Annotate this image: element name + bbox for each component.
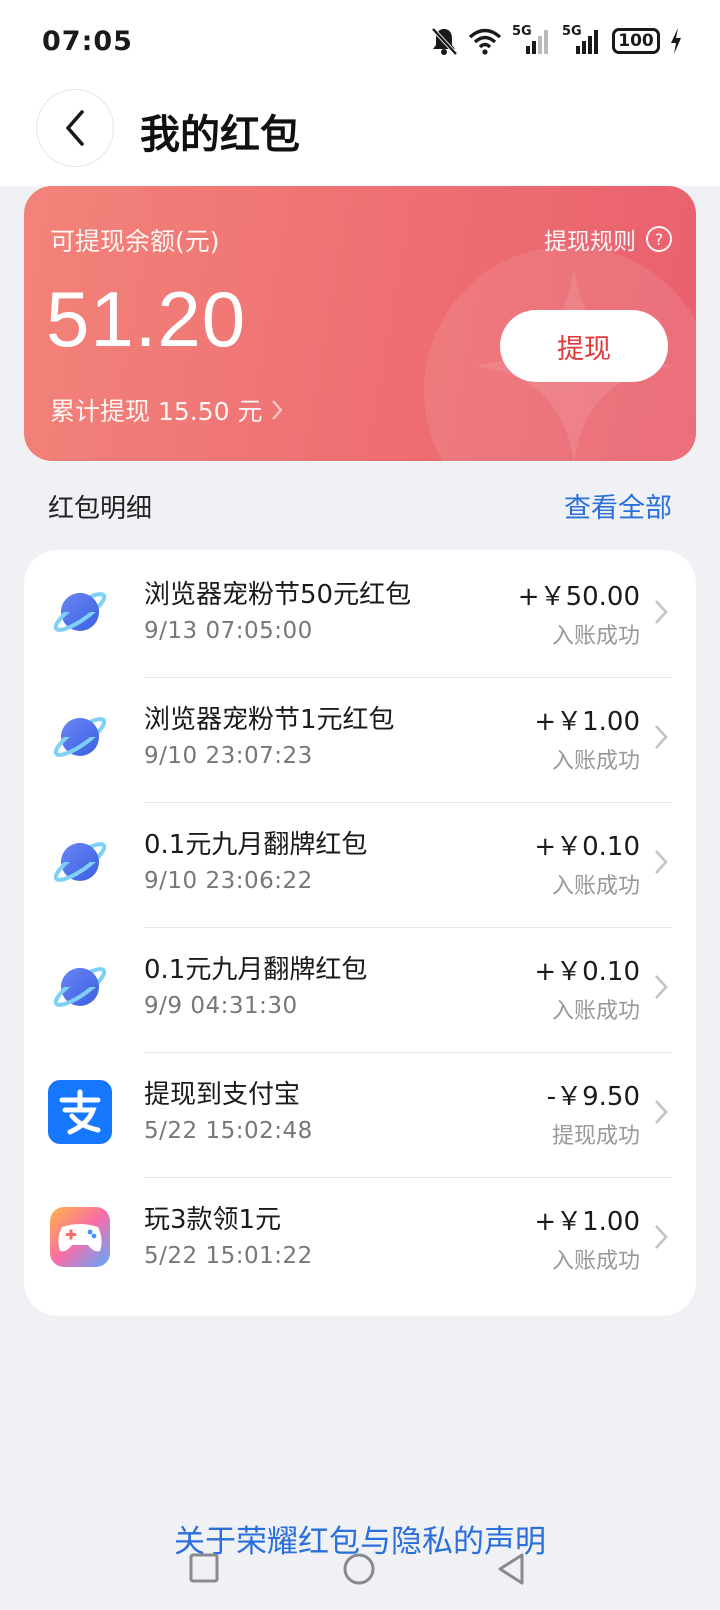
browser-planet-icon (53, 967, 107, 1007)
balance-amount: 51.20 (46, 275, 247, 363)
help-question-icon: ? (646, 226, 672, 252)
item-name: 浏览器宠粉节1元红包 (144, 705, 395, 735)
home-circle-icon[interactable] (342, 1552, 376, 1586)
details-section-header: 红包明细 查看全部 (48, 488, 672, 528)
item-status: 提现成功 (551, 1124, 640, 1149)
chevron-right-icon (655, 975, 668, 999)
item-status: 入账成功 (551, 999, 640, 1024)
withdraw-button[interactable]: 提现 (500, 310, 668, 382)
status-time: 07:05 (42, 26, 133, 57)
list-item[interactable]: 浏览器宠粉节1元红包 9/10 23:07:23 +￥1.00 入账成功 (24, 675, 696, 803)
list-item[interactable]: 0.1元九月翻牌红包 9/10 23:06:22 +￥0.10 入账成功 (24, 800, 696, 928)
chevron-right-icon (655, 600, 668, 624)
list-item[interactable]: 提现到支付宝 5/22 15:02:48 -￥9.50 提现成功 (24, 1050, 696, 1178)
item-amount: +￥0.10 (534, 832, 640, 862)
chevron-left-icon (66, 110, 84, 146)
item-status: 入账成功 (551, 624, 640, 649)
item-time: 9/10 23:06:22 (144, 868, 313, 894)
chevron-right-icon (655, 725, 668, 749)
game-controller-icon (50, 1207, 110, 1267)
item-amount: +￥0.10 (534, 957, 640, 987)
browser-planet-icon (53, 717, 107, 757)
chevron-right-icon (655, 850, 668, 874)
item-name: 玩3款领1元 (144, 1205, 282, 1235)
mute-bell-icon (430, 26, 458, 56)
balance-card: 可提现余额(元) 51.20 累计提现 15.50 元 提现规则 ? 提现 (24, 186, 696, 461)
item-amount: +￥1.00 (534, 1207, 640, 1237)
wifi-icon (468, 27, 502, 55)
list-item[interactable]: 玩3款领1元 5/22 15:01:22 +￥1.00 入账成功 (24, 1175, 696, 1303)
list-item[interactable]: 0.1元九月翻牌红包 9/9 04:31:30 +￥0.10 入账成功 (24, 925, 696, 1053)
item-name: 浏览器宠粉节50元红包 (144, 580, 412, 610)
battery-icon: 100 (612, 28, 660, 54)
balance-label: 可提现余额(元) (50, 227, 220, 256)
chevron-right-icon (272, 400, 284, 420)
cumulative-withdrawal-text: 累计提现 15.50 元 (50, 397, 263, 426)
item-status: 入账成功 (551, 874, 640, 899)
item-name: 提现到支付宝 (144, 1080, 301, 1110)
status-bar: 07:05 5G 5G 100 (0, 0, 720, 82)
system-nav-bar (0, 1548, 720, 1610)
status-icons: 5G 5G 100 (430, 24, 682, 58)
list-item[interactable]: 浏览器宠粉节50元红包 9/13 07:05:00 +￥50.00 入账成功 (24, 550, 696, 678)
browser-planet-icon (53, 842, 107, 882)
signal-5g-icon-1: 5G (512, 24, 552, 56)
page-title: 我的红包 (140, 112, 300, 158)
item-time: 9/10 23:07:23 (144, 743, 313, 769)
withdrawal-rules-link[interactable]: 提现规则 ? (544, 222, 672, 256)
item-name: 0.1元九月翻牌红包 (144, 955, 368, 985)
red-packet-list: 浏览器宠粉节50元红包 9/13 07:05:00 +￥50.00 入账成功 浏… (24, 550, 696, 1316)
item-status: 入账成功 (551, 749, 640, 774)
recents-square-icon[interactable] (188, 1552, 220, 1584)
chevron-right-icon (655, 1225, 668, 1249)
item-time: 9/9 04:31:30 (144, 993, 298, 1019)
details-title: 红包明细 (48, 494, 153, 524)
cumulative-withdrawal-link[interactable]: 累计提现 15.50 元 (50, 392, 284, 428)
signal-5g-icon-2: 5G (562, 24, 602, 56)
back-button[interactable] (36, 89, 114, 167)
view-all-link[interactable]: 查看全部 (564, 486, 672, 525)
chevron-right-icon (655, 1100, 668, 1124)
browser-planet-icon (53, 592, 107, 632)
alipay-icon (48, 1080, 112, 1144)
item-time: 5/22 15:02:48 (144, 1118, 313, 1144)
item-time: 5/22 15:01:22 (144, 1243, 313, 1269)
withdrawal-rules-label: 提现规则 (544, 229, 636, 255)
item-name: 0.1元九月翻牌红包 (144, 830, 368, 860)
item-status: 入账成功 (551, 1249, 640, 1274)
item-time: 9/13 07:05:00 (144, 618, 313, 644)
charging-bolt-icon (670, 28, 682, 54)
back-triangle-icon[interactable] (496, 1552, 526, 1586)
item-amount: +￥50.00 (517, 582, 640, 612)
page-header: 我的红包 (0, 82, 720, 186)
item-amount: +￥1.00 (534, 707, 640, 737)
item-amount: -￥9.50 (546, 1082, 640, 1112)
